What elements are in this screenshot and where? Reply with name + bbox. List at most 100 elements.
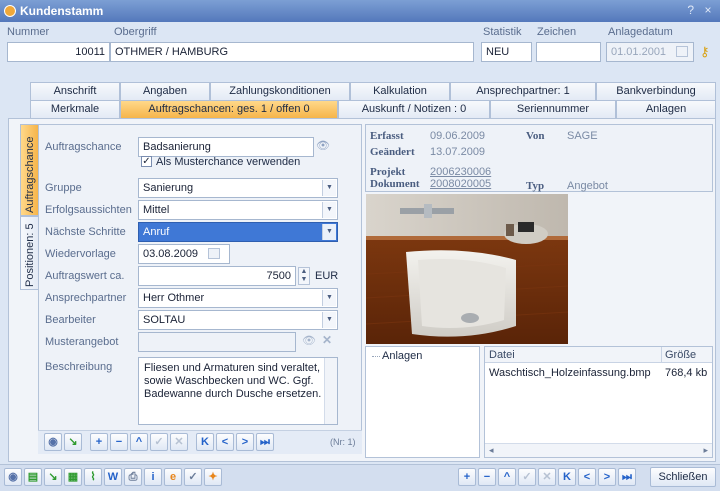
wiedervorlage-label: Wiedervorlage [45,248,116,260]
tab-merkmale[interactable]: Merkmale [30,100,120,118]
help-button[interactable]: ? [687,3,694,17]
tab-angaben[interactable]: Angaben [120,82,210,100]
clear-icon[interactable]: ✕ [322,333,332,347]
beschreibung-text: Fliesen und Armaturen sind veraltet, sow… [144,362,322,400]
obergriff-label: Obergriff [114,26,157,38]
geaendert-value: 13.07.2009 [430,146,486,158]
close-window-button[interactable]: × [700,3,716,18]
auftragschance-field[interactable]: Badsanierung [138,137,314,157]
statistik-field[interactable]: NEU [481,42,532,62]
typ-value: Angebot [567,180,608,192]
chevron-down-icon: ▼ [322,202,336,218]
tab-auskunft-notizen[interactable]: Auskunft / Notizen : 0 [338,100,490,118]
tab-zahlungskonditionen[interactable]: Zahlungskonditionen [210,82,350,100]
tab-ansprechpartner[interactable]: Ansprechpartner: 1 [450,82,596,100]
naechste-select[interactable]: Anruf ▼ [138,222,338,242]
horizontal-scrollbar[interactable] [485,443,712,457]
erfolg-select[interactable]: Mittel ▼ [138,200,338,220]
obergriff-field[interactable]: OTHMER / HAMBURG [110,42,474,62]
new-doc-icon[interactable]: ▤ [24,468,42,486]
word-icon[interactable]: W [104,468,122,486]
last-button[interactable]: ⏭ [618,468,636,486]
last-record-button[interactable]: ⏭ [256,433,274,451]
view-icon[interactable]: ◉ [4,468,22,486]
chart-icon[interactable]: ⌇ [84,468,102,486]
close-button[interactable]: Schließen [650,467,716,487]
tools-icon[interactable]: ✦ [204,468,222,486]
gruppe-select[interactable]: Sanierung ▼ [138,178,338,198]
product-image [366,194,568,344]
delete-record-button[interactable]: − [478,468,496,486]
bearbeiter-value: SOLTAU [143,314,186,326]
info-icon[interactable]: i [144,468,162,486]
ansprechpartner-select[interactable]: Herr Othmer ▼ [138,288,338,308]
side-tab-positionen[interactable]: Positionen: 5 [20,216,38,290]
side-tab-auftragschance[interactable]: Auftragschance [20,124,38,216]
geaendert-label: Geändert [370,146,415,158]
muster-checkbox[interactable]: ✓ [141,156,152,167]
tab-seriennummer[interactable]: Seriennummer [490,100,616,118]
calendar-icon[interactable] [676,46,688,57]
up-record-button[interactable]: ^ [498,468,516,486]
naechste-value: Anruf [143,226,170,238]
scrollbar[interactable] [324,358,337,424]
gruppe-value: Sanierung [143,182,194,194]
tree-root-anlagen[interactable]: Anlagen [382,350,422,362]
window-title: Kundenstamm [20,4,104,18]
arrow-icon[interactable]: ↘ [64,433,82,451]
document-icon[interactable]: ▦ [64,468,82,486]
first-record-button[interactable]: K [196,433,214,451]
muster-checkbox-label: Als Musterchance verwenden [156,156,301,168]
tab-auftragschancen[interactable]: Auftragschancen: ges. 1 / offen 0 [120,100,338,118]
prev-record-button[interactable]: < [216,433,234,451]
add-button[interactable]: + [90,433,108,451]
kundenstamm-window: Kundenstamm ? × Nummer 10011 Obergriff O… [0,0,720,491]
chevron-down-icon: ▼ [322,290,336,306]
projekt-link[interactable]: 2006230006 [430,166,491,178]
side-tab-auftragschance-label: Auftragschance [24,136,36,213]
dokument-link[interactable]: 2008020005 [430,178,491,190]
chevron-down-icon: ▼ [322,312,336,328]
currency-label: EUR [315,270,339,282]
column-groesse[interactable]: Größe [665,349,696,361]
tab-anlagen[interactable]: Anlagen [616,100,716,118]
side-tab-positionen-label: Positionen: 5 [24,223,36,287]
scroll-right-icon[interactable]: ▸ [703,445,708,456]
column-datei[interactable]: Datei [489,349,515,361]
projekt-label: Projekt [370,166,406,178]
calendar-icon[interactable] [208,248,220,259]
scroll-left-icon[interactable]: ◂ [489,445,494,456]
view-icon[interactable]: ◉ [44,433,62,451]
prev-button[interactable]: < [578,468,596,486]
next-button[interactable]: > [598,468,616,486]
next-record-button[interactable]: > [236,433,254,451]
auftragswert-field[interactable]: 7500 [138,266,296,286]
anlagedatum-label: Anlagedatum [608,26,673,38]
zeichen-field[interactable] [536,42,601,62]
remove-button[interactable]: − [110,433,128,451]
beschreibung-textarea[interactable]: Fliesen und Armaturen sind veraltet, sow… [138,357,338,425]
up-button[interactable]: ^ [130,433,148,451]
auftragschance-label: Auftragschance [45,141,122,153]
add-record-button[interactable]: + [458,468,476,486]
tab-kalkulation[interactable]: Kalkulation [350,82,450,100]
zeichen-label: Zeichen [537,26,577,38]
title-bar: Kundenstamm ? × [0,0,720,22]
eye-icon[interactable]: 👁 [316,139,336,155]
first-button[interactable]: K [558,468,576,486]
tree-line [372,356,380,357]
tab-anschrift[interactable]: Anschrift [30,82,120,100]
spin-stepper[interactable]: ▲ ▼ [298,267,310,285]
eye-icon[interactable]: 👁 [302,334,316,347]
bearbeiter-select[interactable]: SOLTAU ▼ [138,310,338,330]
attachment-row-file[interactable]: Waschtisch_Holzeinfassung.bmp [489,367,651,379]
check-icon[interactable]: ✓ [184,468,202,486]
arrow-icon[interactable]: ↘ [44,468,62,486]
naechste-label: Nächste Schritte [45,226,126,238]
tab-bankverbindung[interactable]: Bankverbindung [596,82,716,100]
cancel-button: ✕ [170,433,188,451]
key-icon[interactable]: ⚷ [700,44,710,60]
nummer-field[interactable]: 10011 [7,42,110,62]
printer-icon[interactable]: ⎙ [124,468,142,486]
email-icon[interactable]: e [164,468,182,486]
